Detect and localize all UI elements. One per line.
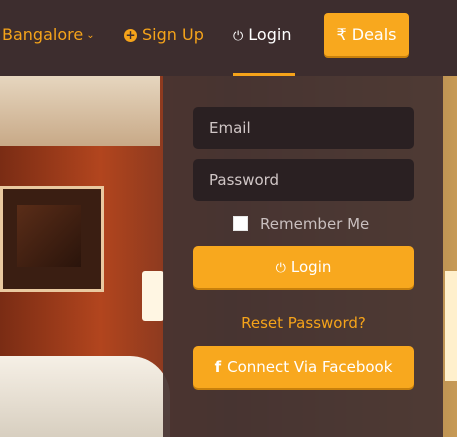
facebook-button-label: Connect Via Facebook: [227, 358, 393, 376]
top-navigation-bar: Bangalore ⌄ + Sign Up ⏻ Login ₹ Deals: [0, 0, 457, 76]
bed: [0, 356, 170, 437]
signup-label: Sign Up: [142, 25, 204, 44]
remember-me[interactable]: Remember Me: [233, 212, 369, 236]
right-lamp: [445, 271, 457, 381]
chevron-down-icon: ⌄: [86, 30, 95, 41]
signup-link[interactable]: + Sign Up: [124, 23, 204, 47]
login-button-label: Login: [290, 258, 332, 276]
lamp: [142, 271, 164, 321]
city-label: Bangalore: [2, 25, 84, 44]
email-field[interactable]: Email: [193, 107, 414, 149]
password-placeholder: Password: [209, 171, 280, 189]
remember-me-label: Remember Me: [260, 215, 370, 233]
remember-me-checkbox[interactable]: [233, 216, 248, 231]
connect-facebook-button[interactable]: f Connect Via Facebook: [193, 346, 414, 388]
password-field[interactable]: Password: [193, 159, 414, 201]
city-selector[interactable]: Bangalore ⌄: [2, 23, 95, 48]
login-button[interactable]: ⏻ Login: [193, 246, 414, 288]
email-placeholder: Email: [209, 119, 251, 137]
plus-circle-icon: +: [124, 28, 137, 42]
power-icon: ⏻: [275, 261, 286, 276]
wall-frame: [0, 186, 104, 292]
reset-password-link[interactable]: Reset Password?: [193, 312, 414, 334]
login-link[interactable]: ⏻ Login: [233, 23, 291, 49]
rupee-icon: ₹: [336, 25, 347, 44]
deals-button[interactable]: ₹ Deals: [324, 13, 409, 56]
login-nav-label: Login: [248, 25, 292, 44]
facebook-icon: f: [214, 358, 222, 376]
ceiling: [0, 76, 160, 146]
power-icon: ⏻: [233, 29, 244, 44]
deals-label: Deals: [351, 25, 397, 44]
